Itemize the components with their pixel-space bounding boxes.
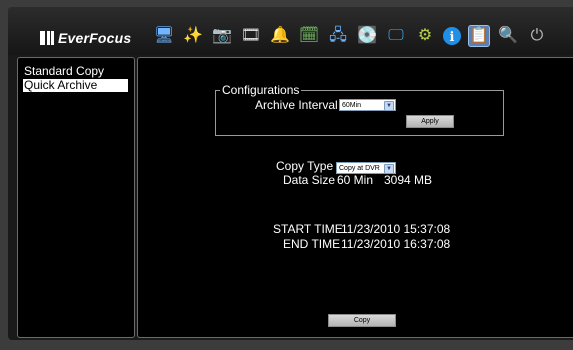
network-icon[interactable]: 🖧 [327, 25, 349, 47]
end-time-value: 11/23/2010 16:37:08 [341, 237, 451, 251]
disk-icon[interactable]: 💽 [356, 25, 378, 47]
copy-type-label: Copy Type [276, 159, 334, 173]
monitor-network-icon[interactable]: 🖥 [153, 25, 175, 47]
power-icon[interactable]: ⏻ [526, 25, 548, 47]
everfocus-logo: EverFocus [40, 30, 131, 46]
sidebar-item-quick-archive[interactable]: Quick Archive [23, 79, 128, 92]
data-size-label: Data Size [283, 173, 336, 187]
system-gears-icon[interactable]: ⚙ [414, 25, 436, 47]
configurations-legend: Configurations [220, 83, 302, 97]
chevron-down-icon: ▼ [384, 101, 394, 111]
start-time-value: 11/23/2010 15:37:08 [341, 222, 451, 236]
schedule-icon[interactable]: 🗓 [298, 25, 320, 47]
start-time-label: START TIME [273, 222, 343, 236]
alarm-bell-icon[interactable]: 🔔 [269, 25, 291, 47]
apply-button[interactable]: Apply [406, 115, 454, 128]
logo-text: EverFocus [58, 30, 132, 46]
bottom-bar [8, 340, 573, 350]
data-size-mb: 3094 MB [384, 173, 433, 187]
data-size-value: 60 Min [337, 173, 374, 187]
toolbar-icons: 🖥 ✨ 📷 🎞 🔔 🗓 🖧 💽 🖵 ⚙ ℹ 📋 🔍 ⏻ [153, 24, 548, 48]
sidebar-item-standard-copy[interactable]: Standard Copy [23, 65, 128, 78]
film-reel-icon[interactable]: 🎞 [240, 25, 262, 47]
info-icon[interactable]: ℹ [443, 27, 461, 45]
copy-type-value: Copy at DVR [339, 165, 380, 172]
end-time-label: END TIME [283, 237, 341, 251]
archive-interval-label: Archive Interval [255, 98, 338, 112]
copy-archive-icon[interactable]: 📋 [468, 25, 490, 47]
archive-interval-value: 60Min [342, 102, 362, 109]
log-search-icon[interactable]: 🔍 [497, 25, 519, 47]
wand-sparkle-icon[interactable]: ✨ [182, 25, 204, 47]
copy-button[interactable]: Copy [328, 314, 396, 327]
camera-icon[interactable]: 📷 [211, 25, 233, 47]
archive-interval-select[interactable]: 60Min ▼ [339, 99, 396, 111]
everfocus-logo-icon [40, 31, 54, 45]
display-icon[interactable]: 🖵 [385, 25, 407, 47]
sidebar [17, 57, 135, 338]
